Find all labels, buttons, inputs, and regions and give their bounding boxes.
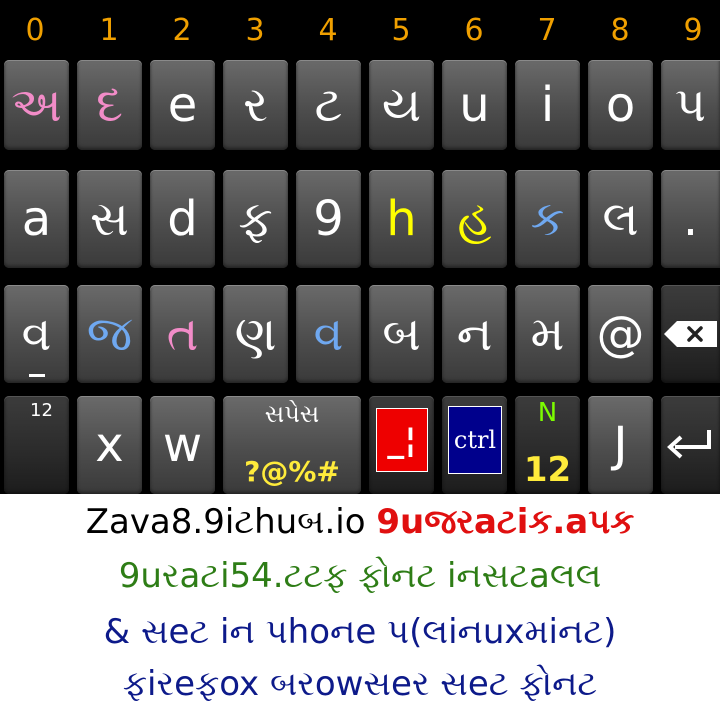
key-j[interactable]: J	[588, 396, 653, 494]
key-9[interactable]: 9	[296, 170, 361, 268]
number-hint-2: 2	[172, 13, 192, 48]
key-label: i	[540, 77, 555, 133]
key-label: o	[605, 77, 636, 133]
key-label: પ	[674, 77, 707, 133]
key-a[interactable]: a	[4, 170, 69, 268]
key-label: હ	[457, 191, 492, 247]
key-label: ન	[456, 306, 493, 362]
key-pa[interactable]: પ	[661, 60, 720, 150]
enter-key[interactable]	[661, 396, 720, 494]
key-label: N	[537, 398, 558, 428]
key-ta[interactable]: ત	[150, 285, 215, 383]
number-hint-7: 7	[537, 13, 557, 48]
key-sa[interactable]: સ	[77, 170, 142, 268]
key-label: u	[459, 77, 490, 133]
key-label: બ	[382, 306, 421, 362]
shift-indicator	[28, 374, 45, 377]
key-x[interactable]: x	[77, 396, 142, 494]
key-label: a	[21, 191, 52, 247]
space-label: સપેસ	[264, 400, 320, 428]
backspace-key[interactable]	[661, 285, 720, 383]
number-hint-0: 0	[25, 13, 45, 48]
key-la[interactable]: લ	[588, 170, 653, 268]
key-h[interactable]: h	[369, 170, 434, 268]
space-key[interactable]: સપેસ ?@%#	[223, 396, 361, 494]
key-va[interactable]: વ	[4, 285, 69, 383]
key-symbols-12[interactable]: 12	[4, 396, 69, 494]
space-symbols-label: ?@%#	[244, 455, 340, 488]
number-hint-1: 1	[99, 13, 119, 48]
numeric-mode-key[interactable]: N 12	[515, 396, 580, 494]
key-i[interactable]: i	[515, 60, 580, 150]
key-label: x	[95, 417, 124, 473]
key-label: લ	[602, 191, 639, 247]
backspace-icon	[663, 321, 717, 347]
number-hint-5: 5	[391, 13, 411, 48]
key-label: મ	[530, 306, 565, 362]
key-da[interactable]: દ	[77, 60, 142, 150]
key-ka[interactable]: ક	[515, 170, 580, 268]
ctrl-key[interactable]: ctrl	[442, 396, 507, 494]
key-period[interactable]: .	[661, 170, 720, 268]
caption-line-3: & સeટ iન પhoનe પ(લiનuxમiનટ)	[103, 612, 617, 652]
key-a-gujarati[interactable]: અ	[4, 60, 69, 150]
key-label: ફ	[238, 191, 273, 247]
key-label: 9	[313, 191, 344, 247]
key-ra[interactable]: ર	[223, 60, 288, 150]
number-hint-8: 8	[610, 13, 630, 48]
key-ha[interactable]: હ	[442, 170, 507, 268]
number-hint-9: 9	[683, 13, 703, 48]
caption-apk: 9uજરaટiક.aપક	[376, 502, 635, 542]
key-w[interactable]: w	[150, 396, 215, 494]
key-ba[interactable]: બ	[369, 285, 434, 383]
key-label: જ	[86, 306, 133, 362]
number-hint-6: 6	[464, 13, 484, 48]
key-label: ય	[381, 77, 422, 133]
caption-site: Zava8.9iટhuબ.io	[85, 502, 366, 542]
key-label: દ	[96, 77, 123, 133]
number-hint-4: 4	[318, 13, 338, 48]
key-label: વ	[21, 306, 52, 362]
ctrl-label: ctrl	[448, 406, 502, 474]
key-ma[interactable]: મ	[515, 285, 580, 383]
number-hint-3: 3	[245, 13, 265, 48]
key-label: અ	[11, 77, 62, 133]
key-label: .	[682, 191, 699, 247]
key-label: 12	[30, 400, 53, 421]
key-label: ર	[243, 77, 268, 133]
key-at[interactable]: @	[588, 285, 653, 383]
key-label: ટ	[314, 77, 343, 133]
key-o[interactable]: o	[588, 60, 653, 150]
key-na[interactable]: ન	[442, 285, 507, 383]
key-e[interactable]: e	[150, 60, 215, 150]
key-d[interactable]: d	[150, 170, 215, 268]
key-label: J	[613, 417, 628, 473]
key-label: ણ	[234, 306, 277, 362]
key-nna[interactable]: ણ	[223, 285, 288, 383]
key-label: 12	[523, 450, 572, 490]
key-ya[interactable]: ય	[369, 60, 434, 150]
alt-key[interactable]: _¦	[369, 396, 434, 494]
key-u[interactable]: u	[442, 60, 507, 150]
caption-line-4: ફiરeફox બરowસeર સeટ ફોનટ	[122, 664, 598, 704]
keyboard: 0 1 2 3 4 5 6 7 8 9 અ દ e ર ટ ય u i o પ …	[0, 0, 720, 494]
key-tta[interactable]: ટ	[296, 60, 361, 150]
key-label: d	[167, 191, 198, 247]
enter-icon	[666, 430, 711, 459]
key-label: @	[596, 306, 645, 362]
key-label: વ	[313, 306, 344, 362]
key-pha[interactable]: ફ	[223, 170, 288, 268]
key-label: સ	[90, 191, 129, 247]
key-label: h	[386, 191, 417, 247]
key-ja[interactable]: જ	[77, 285, 142, 383]
alt-label: _¦	[376, 408, 428, 472]
key-label: ત	[166, 306, 199, 362]
key-label: ક	[530, 191, 565, 247]
caption-line-2: 9uરaટi54.ટટફ ફોનટ iનસટaલલ	[118, 556, 602, 596]
caption-line-1: Zava8.9iટhuબ.io 9uજરaટiક.aપક	[0, 498, 720, 546]
key-label: w	[162, 417, 203, 473]
key-label: e	[167, 77, 198, 133]
key-va-blue[interactable]: વ	[296, 285, 361, 383]
